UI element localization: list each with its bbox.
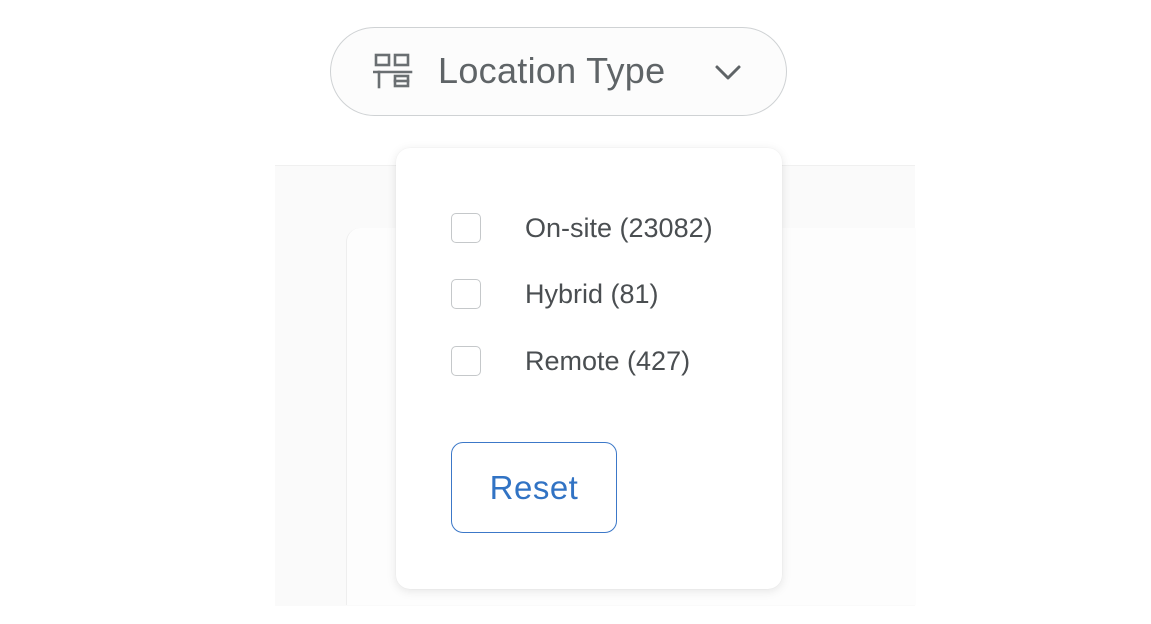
option-hybrid[interactable]: Hybrid (81) xyxy=(451,276,751,312)
location-type-dropdown: On-site (23082) Hybrid (81) Remote (427)… xyxy=(396,148,782,589)
page: Location Type On-site (23082) Hybrid (81… xyxy=(0,0,1151,624)
checkbox-hybrid[interactable] xyxy=(451,279,481,309)
filter-label: Location Type xyxy=(438,50,666,91)
checkbox-remote[interactable] xyxy=(451,346,481,376)
option-remote[interactable]: Remote (427) xyxy=(451,343,751,379)
reset-button[interactable]: Reset xyxy=(451,442,617,533)
option-label: Remote (427) xyxy=(525,345,691,376)
chevron-down-icon[interactable] xyxy=(713,58,743,88)
desk-icon xyxy=(372,52,413,90)
option-label: Hybrid (81) xyxy=(525,278,659,309)
option-label: On-site (23082) xyxy=(525,212,713,243)
checkbox-on-site[interactable] xyxy=(451,213,481,243)
option-on-site[interactable]: On-site (23082) xyxy=(451,210,751,246)
